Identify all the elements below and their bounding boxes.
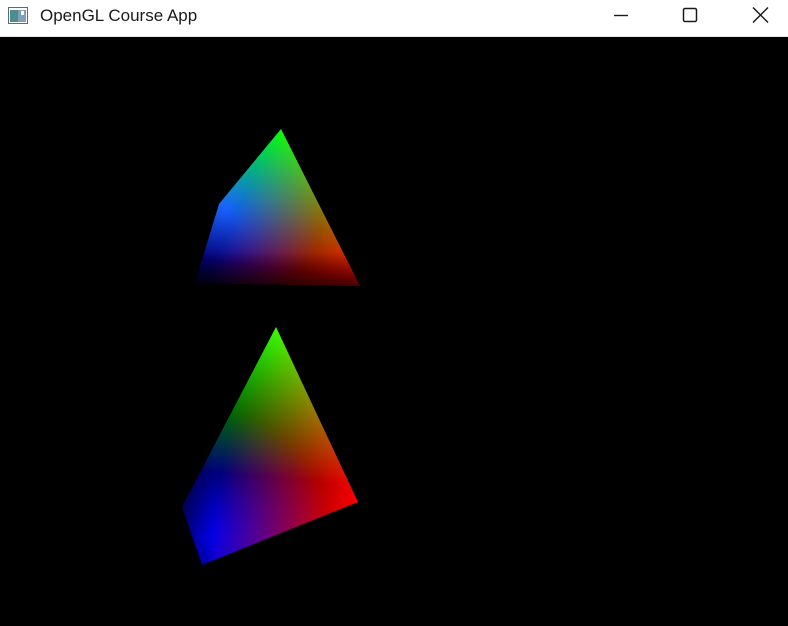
maximize-icon (682, 7, 698, 23)
minimize-icon (614, 14, 628, 17)
close-icon (752, 6, 769, 24)
application-window-icon (8, 7, 28, 25)
app-window: OpenGL Course App (0, 0, 788, 626)
close-button[interactable] (737, 0, 783, 33)
pyramid-bottom (182, 327, 358, 565)
opengl-viewport[interactable] (0, 37, 788, 626)
title-bar[interactable]: OpenGL Course App (0, 0, 788, 37)
minimize-button[interactable] (598, 0, 644, 33)
window-title: OpenGL Course App (40, 6, 198, 25)
pyramid-top (195, 129, 360, 286)
maximize-button[interactable] (667, 0, 713, 33)
